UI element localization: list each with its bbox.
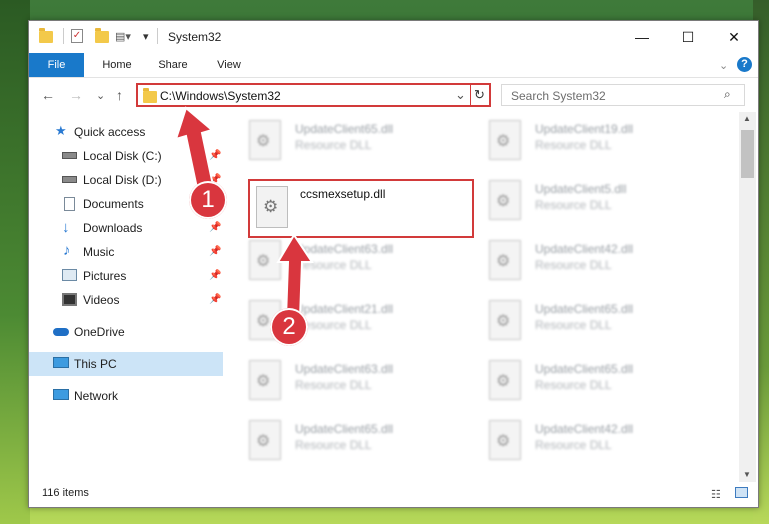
annotation-overlay — [174, 106, 314, 319]
step-2-badge: 2 — [270, 308, 308, 346]
arrow-2 — [276, 233, 314, 319]
step-1-badge: 1 — [189, 181, 227, 219]
